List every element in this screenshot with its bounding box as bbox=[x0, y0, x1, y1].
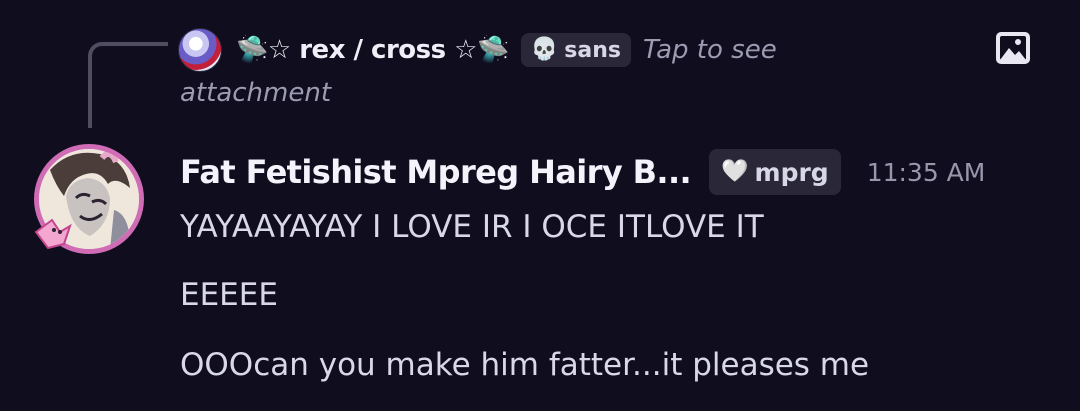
author-avatar[interactable] bbox=[30, 140, 148, 258]
author-tag[interactable]: 🤍 mprg bbox=[709, 149, 841, 195]
image-icon[interactable] bbox=[994, 30, 1032, 66]
reply-author-tag[interactable]: 💀 sans bbox=[520, 33, 631, 67]
message-line: EEEEE bbox=[180, 277, 278, 313]
author-name[interactable]: Fat Fetishist Mpreg Hairy B... bbox=[180, 153, 692, 191]
timestamp: 11:35 AM bbox=[866, 157, 986, 187]
reply-connector-line bbox=[88, 42, 168, 128]
reply-preview-text-continued[interactable]: attachment bbox=[180, 78, 331, 108]
message-header: Fat Fetishist Mpreg Hairy B... 🤍 mprg 11… bbox=[180, 146, 985, 198]
skull-icon: 💀 bbox=[530, 37, 559, 62]
reply-preview-text[interactable]: Tap to see bbox=[643, 35, 777, 65]
message-line: YAYAAYAYAY I LOVE IR I OCE ITLOVE IT bbox=[180, 209, 764, 245]
chat-message: 🛸☆ rex / cross ☆🛸 💀 sans Tap to see atta… bbox=[0, 0, 1080, 411]
heart-icon: 🤍 bbox=[721, 159, 749, 184]
reply-tag-label: sans bbox=[564, 37, 621, 63]
reply-author-name[interactable]: 🛸☆ rex / cross ☆🛸 bbox=[236, 35, 509, 65]
message-line: OOOcan you make him fatter...it pleases … bbox=[180, 347, 870, 383]
reply-header[interactable]: 🛸☆ rex / cross ☆🛸 💀 sans Tap to see bbox=[236, 24, 777, 76]
reply-author-avatar[interactable] bbox=[178, 28, 222, 72]
author-tag-label: mprg bbox=[754, 157, 829, 187]
